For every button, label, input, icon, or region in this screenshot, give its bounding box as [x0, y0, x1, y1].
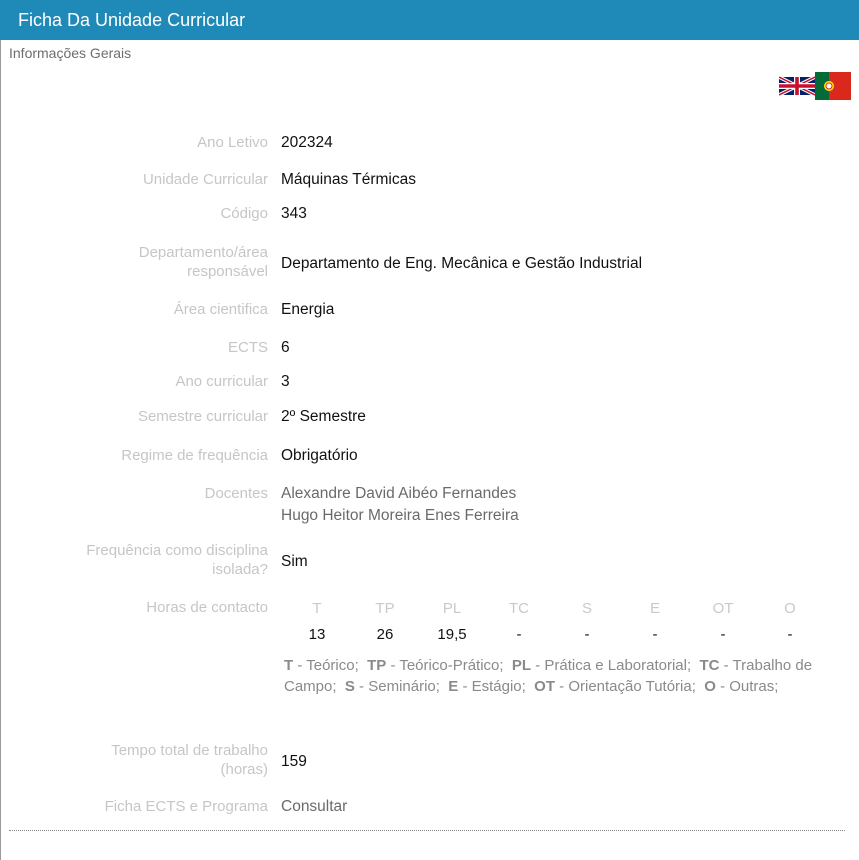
legend-desc-e: - Estágio; — [458, 678, 526, 695]
tempo-total-label: Tempo total de trabalho (horas) — [20, 741, 268, 779]
codigo-label: Código — [220, 205, 268, 222]
legend-abbr-t: T — [284, 657, 294, 674]
isolada-label-line2: isolada? — [212, 561, 268, 578]
legend-abbr-o: O — [704, 678, 716, 695]
tempo-total-label-line2: (horas) — [220, 761, 268, 778]
legend-abbr-s: S — [344, 678, 355, 695]
isolada-label-line1: Frequência como disciplina — [86, 542, 268, 559]
portugal-flag-icon[interactable] — [815, 72, 851, 100]
tempo-total-value: 159 — [281, 753, 307, 770]
ano-curricular-label: Ano curricular — [175, 373, 268, 390]
hours-value-tc: - — [516, 626, 522, 643]
hours-head-t: T — [312, 600, 322, 617]
legend-abbr-ot: OT — [534, 678, 555, 695]
hours-head-o: O — [784, 600, 796, 617]
legend-desc-s: - Seminário; — [354, 678, 440, 695]
uk-flag-icon[interactable] — [779, 72, 815, 100]
area-cientifica-label: Área cientifica — [173, 301, 268, 318]
hours-value-o: - — [787, 626, 793, 643]
dotted-divider — [9, 830, 845, 831]
codigo-value: 343 — [281, 205, 307, 222]
semestre-label: Semestre curricular — [137, 408, 268, 425]
unidade-curricular-value: Máquinas Térmicas — [281, 171, 416, 188]
hours-legend: T - Teórico; TP - Teórico-Prático; PL - … — [284, 655, 834, 697]
regime-label: Regime de frequência — [121, 447, 268, 464]
hours-value-ot: - — [720, 626, 726, 643]
ano-curricular-value: 3 — [281, 373, 290, 390]
isolada-value: Sim — [281, 553, 308, 570]
tempo-total-label-line1: Tempo total de trabalho — [111, 742, 268, 759]
legend-desc-pl: - Prática e Laboratorial; — [531, 657, 692, 674]
regime-value: Obrigatório — [281, 447, 358, 464]
ano-letivo-label: Ano Letivo — [197, 134, 268, 151]
docentes-label: Docentes — [204, 485, 268, 502]
horas-contacto-label: Horas de contacto — [146, 599, 268, 616]
legend-desc-o: - Outras; — [715, 678, 779, 695]
departamento-label-line1: Departamento/área — [138, 244, 268, 261]
consultar-link[interactable]: Consultar — [281, 797, 347, 816]
area-cientifica-value: Energia — [281, 301, 335, 318]
departamento-value: Departamento de Eng. Mecânica e Gestão I… — [281, 255, 643, 272]
departamento-label-line2: responsável — [187, 263, 268, 280]
page-title: Ficha Da Unidade Curricular — [18, 10, 246, 30]
hours-value-pl: 19,5 — [437, 626, 467, 643]
legend-desc-ot: - Orientação Tutória; — [555, 678, 696, 695]
hours-value-s: - — [584, 626, 590, 643]
hours-head-tp: TP — [375, 600, 395, 617]
hours-head-e: E — [649, 600, 660, 617]
semestre-value: 2º Semestre — [281, 408, 366, 425]
legend-abbr-pl: PL — [511, 657, 532, 674]
departamento-label: Departamento/área responsável — [20, 243, 268, 281]
language-switcher — [779, 72, 851, 100]
page-frame — [0, 0, 859, 860]
ects-value: 6 — [281, 339, 290, 356]
ano-letivo-value: 202324 — [281, 134, 333, 151]
ects-label: ECTS — [227, 339, 268, 356]
legend-desc-t: - Teórico; — [293, 657, 359, 674]
legend-abbr-e: E — [448, 678, 459, 695]
unidade-curricular-label: Unidade Curricular — [142, 171, 268, 188]
legend-abbr-tp: TP — [367, 657, 387, 674]
legend-desc-tp: - Teórico-Prático; — [386, 657, 504, 674]
hours-value-e: - — [652, 626, 658, 643]
isolada-label: Frequência como disciplina isolada? — [20, 541, 268, 579]
hours-value-t: 13 — [308, 626, 326, 643]
ficha-ects-label: Ficha ECTS e Programa — [104, 798, 268, 815]
hours-value-tp: 26 — [376, 626, 394, 643]
docente-2[interactable]: Hugo Heitor Moreira Enes Ferreira — [281, 506, 519, 525]
legend-abbr-tc: TC — [699, 657, 720, 674]
hours-head-pl: PL — [442, 600, 462, 617]
hours-head-tc: TC — [509, 600, 529, 617]
section-subtitle: Informações Gerais — [9, 45, 132, 61]
hours-head-ot: OT — [712, 600, 734, 617]
page-header: Ficha Da Unidade Curricular — [0, 0, 859, 40]
hours-head-s: S — [581, 600, 592, 617]
docente-1[interactable]: Alexandre David Aibéo Fernandes — [281, 484, 516, 503]
